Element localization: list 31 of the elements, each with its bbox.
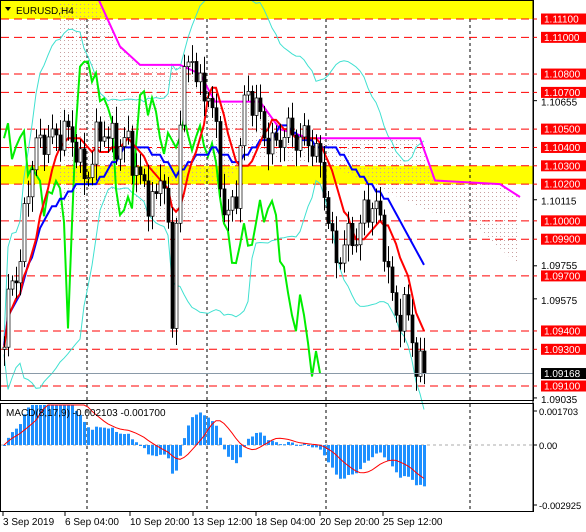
price-level-label: 1.09400 bbox=[541, 325, 586, 338]
time-axis-label: 3 Sep 2019 bbox=[3, 517, 54, 528]
time-axis-label: 13 Sep 12:00 bbox=[193, 517, 252, 528]
price-level-label: 1.10000 bbox=[541, 215, 586, 228]
macd-tick-label: 0.001703 bbox=[539, 406, 578, 417]
price-level-label: 1.10800 bbox=[541, 68, 586, 81]
price-level-label: 1.09300 bbox=[541, 344, 586, 356]
price-tick-label: 1.09035 bbox=[541, 394, 578, 406]
price-level-label: 1.11000 bbox=[541, 32, 586, 44]
price-tick-label: 1.09575 bbox=[541, 296, 578, 307]
price-level-label: 1.10400 bbox=[541, 142, 586, 154]
price-level-label: 1.09900 bbox=[541, 234, 586, 246]
price-level-label: 1.10500 bbox=[541, 124, 586, 136]
price-level-label: 1.11100 bbox=[541, 14, 586, 26]
price-tick-label: 1.09755 bbox=[541, 260, 578, 272]
current-price-label: 1.09168 bbox=[541, 368, 586, 380]
chart-title[interactable]: EURUSD,H4 bbox=[16, 6, 74, 17]
time-axis-label: 25 Sep 12:00 bbox=[383, 517, 442, 528]
macd-tick-label: -0.002925 bbox=[539, 500, 582, 511]
time-axis-label: 6 Sep 04:00 bbox=[65, 517, 119, 528]
price-level-label: 1.09100 bbox=[541, 380, 586, 392]
price-level-label: 1.10700 bbox=[541, 86, 586, 99]
time-axis-label: 18 Sep 04:00 bbox=[256, 517, 316, 528]
price-level-label: 1.10200 bbox=[541, 178, 586, 191]
macd-tick-label: 0.00 bbox=[539, 440, 558, 451]
price-tick-label: 1.10115 bbox=[541, 196, 576, 208]
price-tick-label: 1.10655 bbox=[541, 98, 578, 109]
price-level-label: 1.09700 bbox=[541, 270, 586, 282]
time-axis-label: 20 Sep 20:00 bbox=[320, 517, 380, 528]
time-axis-label: 10 Sep 20:00 bbox=[130, 517, 190, 528]
price-level-label: 1.10300 bbox=[541, 160, 586, 172]
